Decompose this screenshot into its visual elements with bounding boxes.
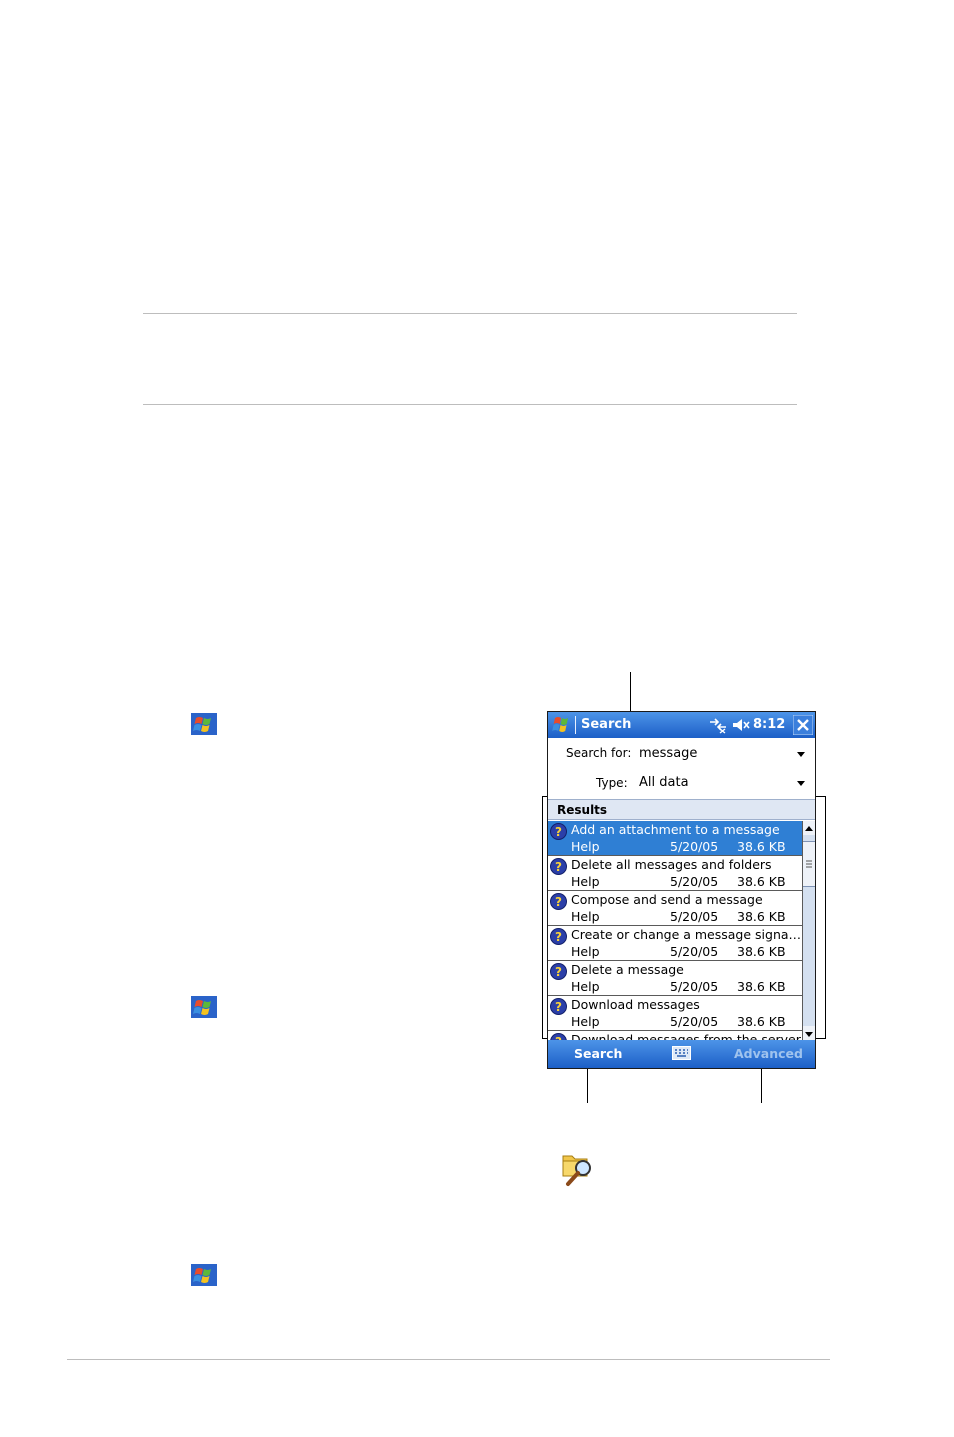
- type-dropdown-icon[interactable]: [797, 781, 805, 786]
- help-question-icon: ?: [550, 928, 567, 945]
- search-for-input[interactable]: message: [639, 746, 697, 761]
- results-scrollbar[interactable]: [802, 821, 815, 1040]
- type-label: Type:: [596, 776, 628, 790]
- svg-text:?: ?: [555, 895, 562, 909]
- result-title: Download messages from the server: [571, 1032, 801, 1040]
- result-title: Add an attachment to a message: [571, 822, 780, 837]
- speaker-muted-icon[interactable]: [731, 716, 751, 734]
- result-item[interactable]: ? Compose and send a message Help 5/20/05 38…: [548, 891, 802, 926]
- menu-bar: Search Advanced: [548, 1040, 815, 1068]
- search-for-dropdown-icon[interactable]: [797, 752, 805, 757]
- results-header: Results: [548, 799, 815, 820]
- result-date: 5/20/05: [670, 909, 719, 924]
- svg-text:?: ?: [555, 860, 562, 874]
- result-type: Help: [571, 909, 600, 924]
- scroll-up-icon: [805, 826, 813, 831]
- help-question-icon: ?: [550, 963, 567, 980]
- search-for-label: Search for:: [566, 746, 632, 760]
- result-title: Compose and send a message: [571, 892, 763, 907]
- result-date: 5/20/05: [670, 1014, 719, 1029]
- help-question-icon: ?: [550, 998, 567, 1015]
- svg-text:?: ?: [555, 825, 562, 839]
- top-rule-2: [143, 404, 797, 405]
- search-folder-icon: [562, 1155, 591, 1186]
- result-size: 38.6 KB: [737, 839, 786, 854]
- result-size: 38.6 KB: [737, 1014, 786, 1029]
- connectivity-icon[interactable]: [708, 716, 728, 734]
- windows-start-icon: [191, 996, 217, 1018]
- search-menu-button[interactable]: Search: [574, 1046, 622, 1061]
- result-title: Delete a message: [571, 962, 684, 977]
- result-date: 5/20/05: [670, 944, 719, 959]
- close-icon[interactable]: [793, 715, 813, 735]
- result-type: Help: [571, 944, 600, 959]
- top-rule-1: [143, 313, 797, 314]
- result-item[interactable]: ? Delete a message Help 5/20/05 38.6 KB: [548, 961, 802, 996]
- result-type: Help: [571, 979, 600, 994]
- app-title: Search: [581, 717, 632, 732]
- result-item[interactable]: ? Download messages Help 5/20/05 38.6 KB: [548, 996, 802, 1031]
- result-type: Help: [571, 1014, 600, 1029]
- windows-start-icon: [191, 1264, 217, 1286]
- results-list: ? Add an attachment to a message Help 5/20/…: [548, 821, 802, 1040]
- title-separator: [575, 716, 576, 734]
- grip-icon: [806, 860, 812, 868]
- scroll-down-icon: [805, 1032, 813, 1037]
- result-size: 38.6 KB: [737, 944, 786, 959]
- svg-text:?: ?: [555, 930, 562, 944]
- windows-start-icon: [191, 713, 217, 735]
- keyboard-icon[interactable]: [672, 1046, 691, 1060]
- pocket-pc-search-screen: Search 8:12 Search for: message Type: Al…: [547, 711, 816, 1069]
- advanced-menu-button[interactable]: Advanced: [734, 1046, 803, 1061]
- result-title: Download messages: [571, 997, 700, 1012]
- results-label: Results: [557, 803, 608, 817]
- help-question-icon: ?: [550, 1033, 567, 1040]
- svg-text:?: ?: [555, 1000, 562, 1014]
- help-question-icon: ?: [550, 823, 567, 840]
- clock[interactable]: 8:12: [753, 717, 785, 732]
- result-size: 38.6 KB: [737, 979, 786, 994]
- result-title: Delete all messages and folders: [571, 857, 772, 872]
- result-item[interactable]: ? Add an attachment to a message Help 5/20/…: [548, 821, 802, 856]
- help-question-icon: ?: [550, 858, 567, 875]
- svg-text:?: ?: [555, 965, 562, 979]
- type-select[interactable]: All data: [639, 775, 689, 790]
- title-bar: Search 8:12: [548, 712, 815, 738]
- result-item[interactable]: ? Create or change a message signa… Help 5/…: [548, 926, 802, 961]
- result-type: Help: [571, 839, 600, 854]
- windows-start-icon[interactable]: [551, 715, 573, 735]
- result-item[interactable]: ? Delete all messages and folders Help 5/20…: [548, 856, 802, 891]
- result-date: 5/20/05: [670, 839, 719, 854]
- help-question-icon: ?: [550, 893, 567, 910]
- scroll-down-button[interactable]: [803, 1026, 815, 1040]
- result-size: 38.6 KB: [737, 909, 786, 924]
- callout-line-search-button: [587, 1063, 588, 1103]
- result-item[interactable]: ? Download messages from the server: [548, 1031, 802, 1040]
- result-date: 5/20/05: [670, 979, 719, 994]
- scroll-thumb[interactable]: [803, 841, 815, 887]
- footer-rule: [67, 1359, 830, 1360]
- result-size: 38.6 KB: [737, 874, 786, 889]
- scroll-up-button[interactable]: [803, 821, 815, 835]
- result-date: 5/20/05: [670, 874, 719, 889]
- result-type: Help: [571, 874, 600, 889]
- result-title: Create or change a message signa…: [571, 927, 802, 942]
